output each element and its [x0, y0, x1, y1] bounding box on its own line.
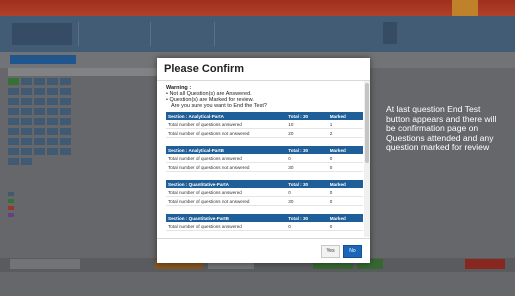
scrollbar-thumb[interactable]: [365, 83, 369, 163]
section-header-row: Section : Quantitative-PartA Total : 30 …: [166, 180, 363, 188]
dialog-header: Please Confirm: [157, 58, 370, 81]
warning-block: Warning : • Not all Question(s) are Answ…: [166, 85, 267, 109]
row-label: Total number of questions answered: [166, 222, 287, 231]
row-total: 0: [286, 222, 328, 231]
row-marked: 0: [327, 154, 363, 163]
section-name: Section : Quantitative-PartB: [166, 214, 287, 222]
no-button[interactable]: No: [343, 245, 362, 258]
table-row: Total number of questions not answered 3…: [166, 162, 363, 172]
section-name: Section : Quantitative-PartA: [166, 180, 287, 188]
row-total: 0: [286, 154, 328, 163]
row-label: Total number of questions answered: [166, 120, 287, 129]
section-name: Section : Analytical-PartA: [166, 112, 287, 120]
section-total: Total : 30: [286, 112, 328, 120]
row-marked: 0: [327, 196, 363, 206]
row-marked: 0: [327, 188, 363, 197]
row-label: Total number of questions answered: [166, 154, 287, 163]
row-total: 30: [286, 196, 328, 206]
row-label: Total number of questions not answered: [166, 128, 287, 138]
row-marked: 1: [327, 120, 363, 129]
confirm-dialog: Please Confirm Warning : • Not all Quest…: [157, 58, 370, 263]
section-marked: Marked: [327, 146, 363, 154]
dialog-body: Warning : • Not all Question(s) are Answ…: [157, 81, 364, 237]
section-total: Total : 30: [286, 214, 328, 222]
section-name: Section : Analytical-PartB: [166, 146, 287, 154]
table-row: Total number of questions not answered 3…: [166, 196, 363, 206]
row-total: 30: [286, 162, 328, 172]
row-marked: 0: [327, 222, 363, 231]
tutorial-annotation: At last question End Test button appears…: [386, 104, 497, 153]
table-row: Total number of questions answered 0 0: [166, 222, 363, 231]
row-total: 0: [286, 188, 328, 197]
row-marked: 0: [327, 162, 363, 172]
table-row: Total number of questions not answered 2…: [166, 128, 363, 138]
section-marked: Marked: [327, 214, 363, 222]
table-row: Total number of questions answered 0 0: [166, 188, 363, 197]
section-summary-table: Section : Quantitative-PartB Total : 30 …: [166, 214, 363, 231]
dialog-title: Please Confirm: [164, 63, 245, 75]
warning-line: Are you sure you want to End the Test?: [171, 103, 267, 109]
section-header-row: Section : Quantitative-PartB Total : 30 …: [166, 214, 363, 222]
row-label: Total number of questions not answered: [166, 196, 287, 206]
section-header-row: Section : Analytical-PartB Total : 30 Ma…: [166, 146, 363, 154]
section-marked: Marked: [327, 112, 363, 120]
row-marked: 2: [327, 128, 363, 138]
row-label: Total number of questions not answered: [166, 162, 287, 172]
section-summary-table: Section : Analytical-PartA Total : 30 Ma…: [166, 112, 363, 138]
section-header-row: Section : Analytical-PartA Total : 30 Ma…: [166, 112, 363, 120]
section-summary-table: Section : Quantitative-PartA Total : 30 …: [166, 180, 363, 206]
dialog-footer: Yes No: [157, 238, 370, 264]
section-total: Total : 30: [286, 146, 328, 154]
table-row: Total number of questions answered 0 0: [166, 154, 363, 163]
row-label: Total number of questions answered: [166, 188, 287, 197]
section-summary-table: Section : Analytical-PartB Total : 30 Ma…: [166, 146, 363, 172]
section-total: Total : 30: [286, 180, 328, 188]
table-row: Total number of questions answered 10 1: [166, 120, 363, 129]
dialog-scrollbar[interactable]: [364, 81, 370, 237]
section-marked: Marked: [327, 180, 363, 188]
row-total: 20: [286, 128, 328, 138]
yes-button[interactable]: Yes: [321, 245, 340, 258]
row-total: 10: [286, 120, 328, 129]
